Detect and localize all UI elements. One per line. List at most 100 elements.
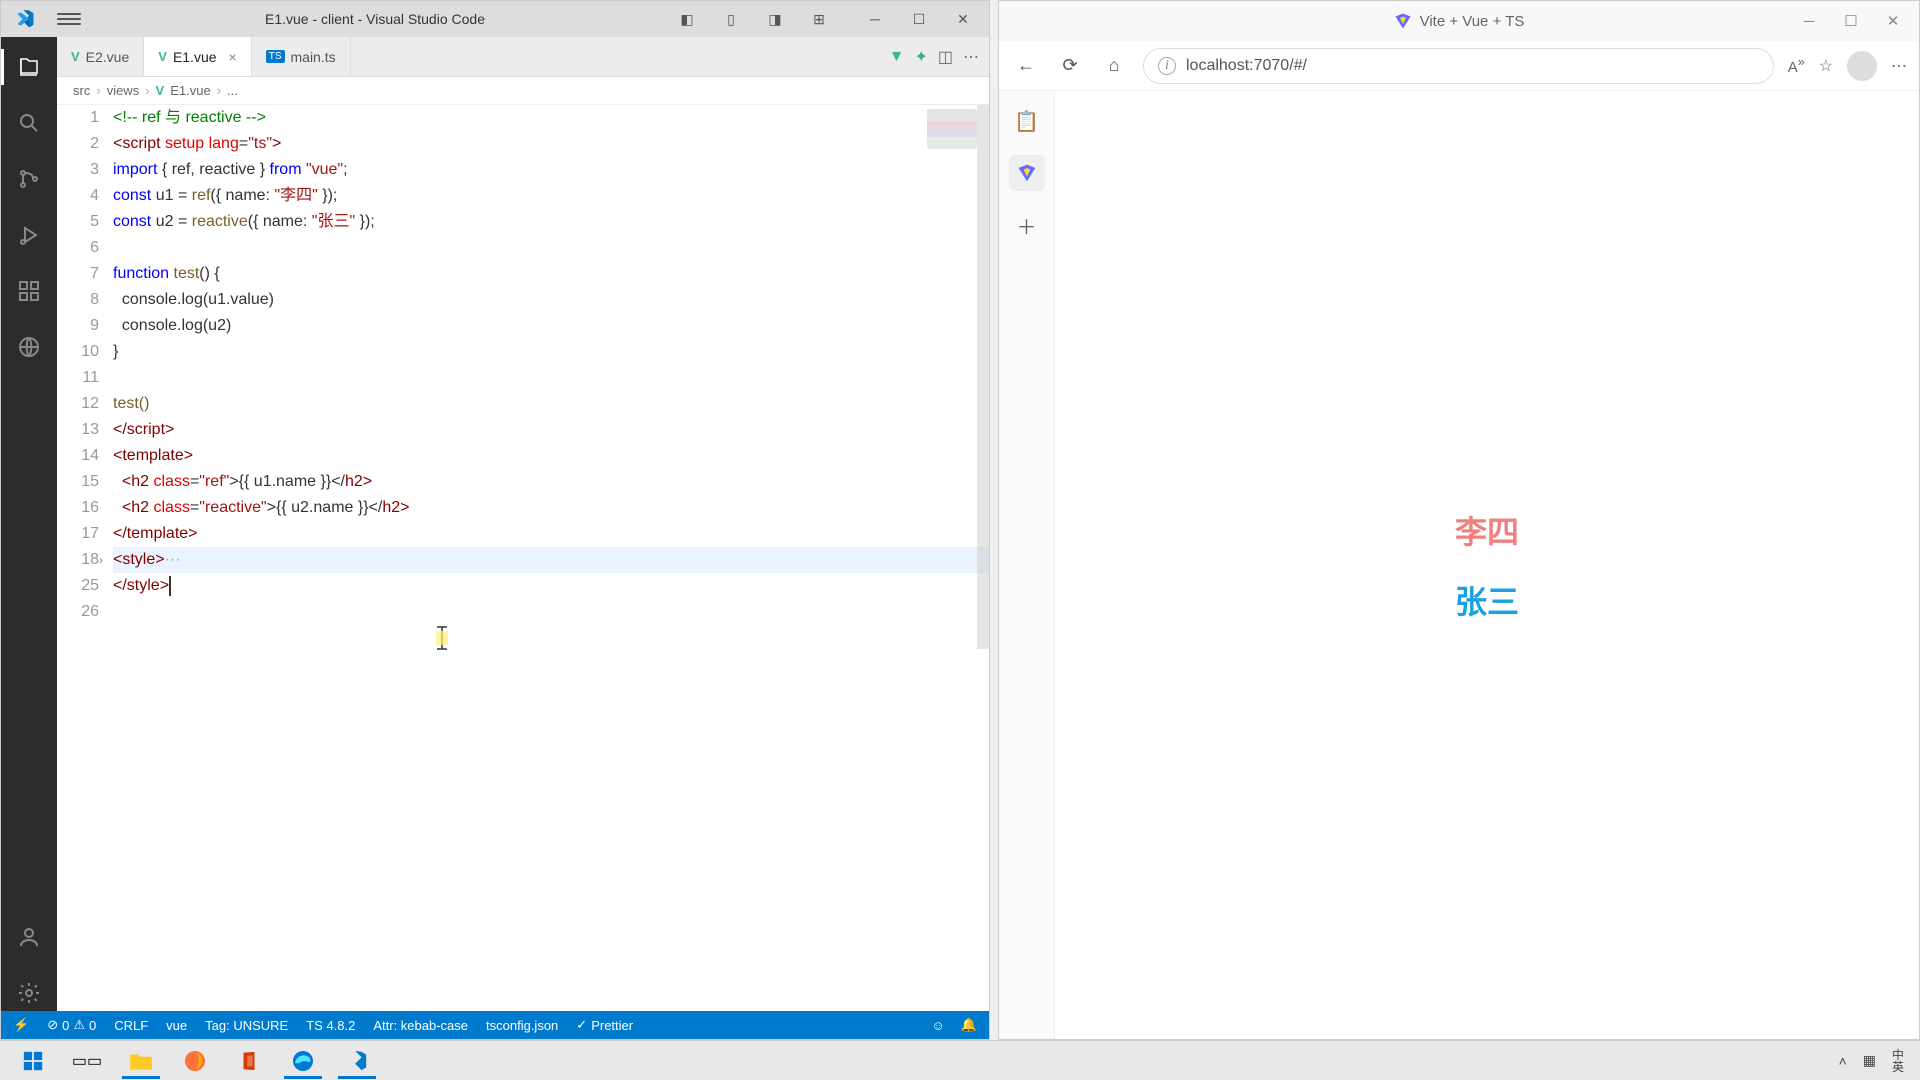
breadcrumb-item[interactable]: src [73,83,90,98]
menu-button[interactable] [57,7,81,31]
titlebar: E1.vue - client - Visual Studio Code ◧ ▯… [1,1,989,37]
source-control-icon[interactable] [11,161,47,197]
sidebar-clipboard-icon[interactable]: 📋 [1009,103,1045,139]
tsconfig[interactable]: tsconfig.json [486,1018,558,1033]
browser-titlebar: Vite + Vue + TS ─ ☐ ✕ [999,1,1919,41]
tab-main-ts[interactable]: TSmain.ts [252,37,351,76]
vue-devtools-icon[interactable]: ▼ [889,48,905,66]
problems-indicator[interactable]: ⊘ 0 ⚠ 0 [47,1017,96,1033]
tag-casing[interactable]: Tag: UNSURE [205,1018,288,1033]
eol-indicator[interactable]: CRLF [114,1018,148,1033]
reactive-output: 张三 [1455,577,1519,623]
tab-e2[interactable]: V E2.vue [57,37,144,76]
profile-avatar[interactable] [1847,51,1877,81]
tray-network-icon[interactable]: ▦ [1863,1052,1876,1069]
layout-grid-icon[interactable]: ⊞ [801,5,837,33]
panel-left-icon[interactable]: ◧ [669,5,705,33]
vscode-window: E1.vue - client - Visual Studio Code ◧ ▯… [0,0,990,1040]
windows-taskbar: ▭▭ ˄ ▦ 中 英 [0,1040,1920,1080]
browser-maximize-button[interactable]: ☐ [1833,6,1869,36]
minimize-button[interactable]: ─ [857,5,893,33]
site-info-icon[interactable]: i [1158,57,1176,75]
vscode-taskbar-icon[interactable] [330,1043,384,1079]
browser-navbar: ← ⟳ ⌂ i localhost:7070/#/ A» ☆ ⋯ [999,41,1919,91]
sidebar-add-icon[interactable]: ＋ [1009,207,1045,243]
firefox-icon[interactable] [168,1043,222,1079]
more-actions-icon[interactable]: ⋯ [963,47,979,67]
vue-icon: V [156,83,165,98]
notifications-icon[interactable]: 🔔 [961,1017,977,1033]
status-bar: ⚡ ⊘ 0 ⚠ 0 CRLF vue Tag: UNSURE TS 4.8.2 … [1,1011,989,1039]
address-bar[interactable]: i localhost:7070/#/ [1143,48,1774,84]
vite-logo-icon [1394,12,1412,30]
home-button[interactable]: ⌂ [1099,51,1129,81]
split-editor-icon[interactable]: ◫ [938,47,953,67]
refresh-button[interactable]: ⟳ [1055,51,1085,81]
back-button[interactable]: ← [1011,51,1041,81]
start-button[interactable] [6,1043,60,1079]
fold-icon[interactable]: › [99,547,103,573]
code-editor[interactable]: 1234567891011121314151617182526 <!-- ref… [57,105,989,1011]
remote-indicator[interactable]: ⚡ [13,1017,29,1033]
ime-indicator[interactable]: 中 英 [1892,1049,1904,1073]
sidebar-vite-icon[interactable] [1009,155,1045,191]
browser-body: 📋 ＋ 李四 张三 [999,91,1919,1039]
tab-e1[interactable]: V E1.vue × [144,37,251,76]
vue-icon: V [71,49,80,64]
editor-area: V E2.vue V E1.vue × TSmain.ts ▼ ✦ ◫ ⋯ src› … [57,37,989,1011]
extensions-icon[interactable] [11,273,47,309]
breadcrumb-item[interactable]: E1.vue [170,83,210,98]
file-explorer-icon[interactable] [114,1043,168,1079]
attr-casing[interactable]: Attr: kebab-case [373,1018,468,1033]
feedback-icon[interactable]: ☺ [932,1017,945,1033]
search-icon[interactable] [11,105,47,141]
maximize-button[interactable]: ☐ [901,5,937,33]
ts-version[interactable]: TS 4.8.2 [306,1018,355,1033]
tab-label: main.ts [291,49,336,65]
layout-buttons: ◧ ▯ ◨ ⊞ [669,5,837,33]
language-mode[interactable]: vue [166,1018,187,1033]
browser-sidebar: 📋 ＋ [999,91,1055,1039]
vscode-logo-icon [15,9,35,29]
explorer-icon[interactable] [11,49,47,85]
prettier-status[interactable]: ✓ Prettier [576,1017,633,1033]
browser-title: Vite + Vue + TS [1420,13,1525,30]
vscode-body: V E2.vue V E1.vue × TSmain.ts ▼ ✦ ◫ ⋯ src› … [1,37,989,1011]
close-button[interactable]: ✕ [945,5,981,33]
browser-close-button[interactable]: ✕ [1875,6,1911,36]
line-gutter: 1234567891011121314151617182526 [57,105,113,1011]
settings-gear-icon[interactable] [11,975,47,1011]
task-view-icon[interactable]: ▭▭ [60,1043,114,1079]
browser-window: Vite + Vue + TS ─ ☐ ✕ ← ⟳ ⌂ i localhost:… [998,0,1920,1040]
code-lines[interactable]: <!-- ref 与 reactive --> <script setup la… [113,105,989,1011]
debug-icon[interactable] [11,217,47,253]
editor-actions: ▼ ✦ ◫ ⋯ [889,37,989,76]
window-title: E1.vue - client - Visual Studio Code [81,11,669,27]
panel-bottom-icon[interactable]: ▯ [713,5,749,33]
browser-menu-icon[interactable]: ⋯ [1891,56,1907,76]
favorites-icon[interactable]: ☆ [1819,56,1833,76]
edge-icon[interactable] [276,1043,330,1079]
volar-icon[interactable]: ✦ [914,47,927,67]
account-icon[interactable] [11,919,47,955]
office-icon[interactable] [222,1043,276,1079]
tab-label: E1.vue [173,49,217,65]
close-tab-icon[interactable]: × [229,49,237,65]
breadcrumb-item[interactable]: views [107,83,140,98]
minimap[interactable] [927,109,977,149]
vue-icon: V [158,49,167,64]
reader-mode-icon[interactable]: A» [1788,55,1805,76]
breadcrumb-item[interactable]: ... [227,83,238,98]
ref-output: 李四 [1455,507,1519,553]
window-controls: ─ ☐ ✕ [857,5,981,33]
tab-label: E2.vue [86,49,130,65]
browser-minimize-button[interactable]: ─ [1791,6,1827,36]
activity-bar [1,37,57,1011]
vertical-scrollbar[interactable] [977,105,989,649]
remote-icon[interactable] [11,329,47,365]
page-content: 李四 张三 [1055,91,1919,1039]
breadcrumb[interactable]: src› views› V E1.vue› ... [57,77,989,105]
tray-chevron-icon[interactable]: ˄ [1839,1053,1847,1069]
panel-right-icon[interactable]: ◨ [757,5,793,33]
text-cursor-icon [433,573,449,595]
